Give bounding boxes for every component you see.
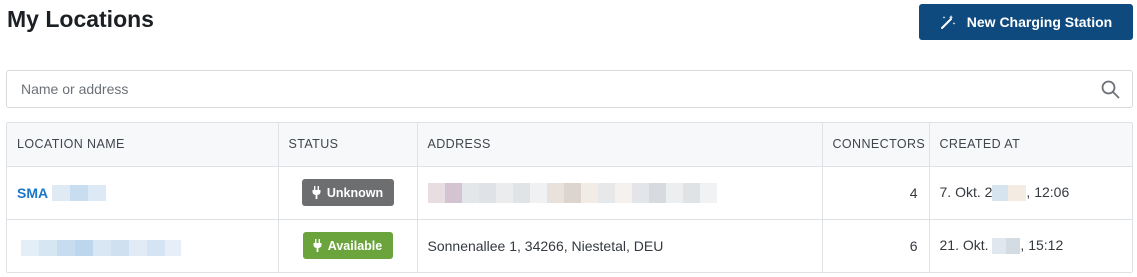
address-cell — [417, 166, 823, 219]
location-name-cell: SMA — [7, 166, 279, 219]
address-cell: Sonnenallee 1, 34266, Niestetal, DEU — [417, 218, 823, 272]
location-link[interactable]: SMA — [17, 184, 107, 201]
created-at-cell: 7. Okt. 2 , 12:06 — [929, 166, 1132, 219]
created-at-suffix: , 12:06 — [1026, 183, 1070, 200]
column-header-created-at[interactable]: CREATED AT — [929, 123, 1132, 167]
connectors-cell: 6 — [822, 218, 930, 272]
search-bar — [6, 70, 1133, 108]
status-badge: Available — [302, 232, 393, 260]
page-title: My Locations — [7, 6, 154, 32]
column-header-connectors[interactable]: CONNECTORS — [822, 123, 930, 167]
column-header-location-name[interactable]: LOCATION NAME — [7, 123, 279, 167]
table-row[interactable]: SMA Unknown 4 7. Okt. 2 , 12:06 — [7, 166, 1132, 219]
column-header-address[interactable]: ADDRESS — [417, 123, 823, 167]
status-label: Available — [327, 238, 383, 253]
redacted-text — [52, 184, 107, 201]
redacted-text — [992, 185, 1027, 202]
table-row[interactable]: Available Sonnenallee 1, 34266, Niesteta… — [7, 218, 1132, 272]
location-link[interactable] — [17, 240, 181, 257]
location-name-cell — [7, 218, 279, 272]
table-header-row: LOCATION NAME STATUS ADDRESS CONNECTORS … — [7, 123, 1132, 167]
plug-icon — [312, 186, 321, 199]
locations-table: LOCATION NAME STATUS ADDRESS CONNECTORS … — [6, 122, 1133, 273]
status-label: Unknown — [326, 185, 384, 200]
plug-icon — [313, 239, 322, 253]
status-cell: Available — [278, 218, 418, 272]
new-charging-station-button[interactable]: New Charging Station — [919, 4, 1133, 40]
search-input[interactable] — [7, 71, 1087, 107]
created-at-cell: 21. Okt. , 15:12 — [929, 218, 1132, 272]
redacted-text — [992, 238, 1021, 255]
search-icon[interactable] — [1101, 80, 1120, 99]
status-badge: Unknown — [301, 179, 394, 206]
location-name: SMA — [17, 184, 49, 201]
created-at-suffix: , 15:12 — [1020, 237, 1064, 254]
created-at-prefix: 21. Okt. — [939, 237, 989, 254]
new-charging-station-label: New Charging Station — [966, 14, 1113, 30]
created-at-prefix: 7. Okt. 2 — [939, 183, 993, 200]
column-header-status[interactable]: STATUS — [278, 123, 418, 167]
magic-wand-icon — [940, 15, 956, 29]
status-cell: Unknown — [278, 166, 418, 219]
redacted-text — [21, 240, 181, 257]
connectors-cell: 4 — [822, 166, 930, 219]
redacted-text — [427, 182, 717, 203]
